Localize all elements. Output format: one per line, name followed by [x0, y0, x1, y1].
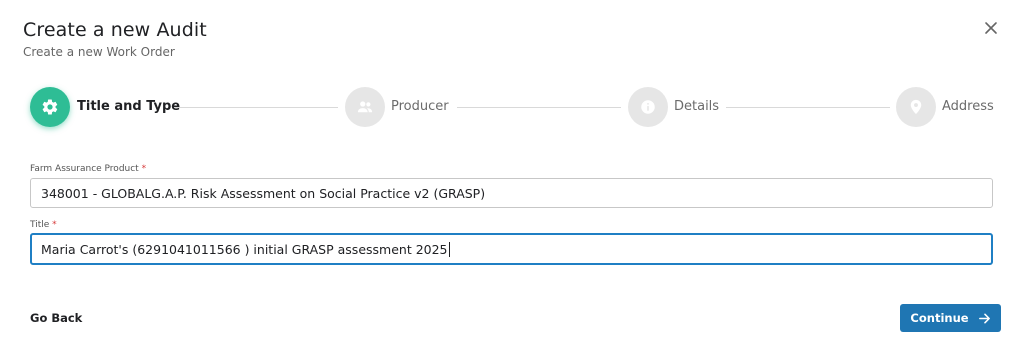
product-value: 348001 - GLOBALG.A.P. Risk Assessment on…	[41, 185, 486, 201]
close-icon[interactable]	[982, 19, 1000, 37]
step-address[interactable]	[896, 87, 936, 127]
text-caret	[448, 241, 450, 257]
dialog-subtitle: Create a new Work Order	[23, 45, 175, 59]
continue-label: Continue	[910, 311, 969, 325]
title-value: Maria Carrot's (6291041011566 ) initial …	[41, 241, 448, 257]
gear-icon	[42, 99, 58, 115]
step-producer[interactable]	[345, 87, 385, 127]
info-icon	[641, 100, 655, 114]
step-label-title-and-type: Title and Type	[77, 99, 181, 114]
required-mark: *	[141, 164, 147, 174]
step-details[interactable]	[628, 87, 668, 127]
step-label-address: Address	[942, 99, 994, 114]
required-mark: *	[52, 220, 57, 230]
dialog-title: Create a new Audit	[23, 19, 207, 41]
product-field-label: Farm Assurance Product *	[30, 164, 147, 174]
step-connector	[726, 107, 890, 108]
go-back-button[interactable]: Go Back	[30, 311, 82, 325]
step-connector	[174, 107, 338, 108]
users-icon	[357, 101, 373, 113]
map-pin-icon	[910, 99, 922, 115]
arrow-right-icon	[978, 313, 990, 323]
step-title-and-type[interactable]	[30, 87, 70, 127]
step-label-details: Details	[674, 99, 720, 114]
stepper: Title and Type Producer Details Address	[0, 86, 1024, 130]
title-field-label: Title *	[30, 220, 57, 230]
continue-button[interactable]: Continue	[900, 304, 1001, 332]
step-connector	[457, 107, 621, 108]
farm-assurance-product-select[interactable]: 348001 - GLOBALG.A.P. Risk Assessment on…	[30, 178, 993, 208]
step-label-producer: Producer	[391, 99, 449, 114]
title-input[interactable]: Maria Carrot's (6291041011566 ) initial …	[30, 233, 993, 265]
